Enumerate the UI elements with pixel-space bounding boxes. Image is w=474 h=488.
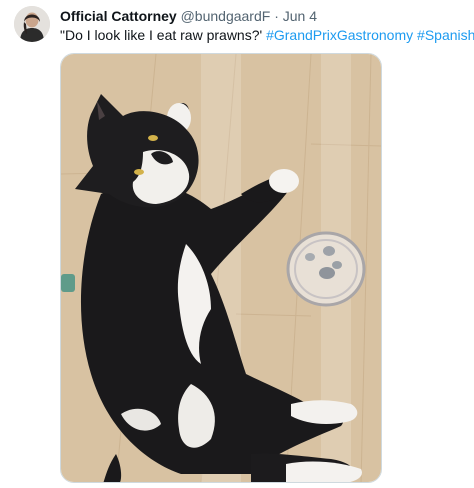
avatar-image	[14, 6, 50, 42]
tweet-media-photo[interactable]	[60, 53, 382, 483]
tweet-quote: "Do I look like I eat raw prawns?'	[60, 27, 263, 43]
tweet: Official Cattorney @bundgaardF · Jun 4 "…	[0, 0, 474, 488]
dish-with-prawns	[286, 231, 366, 307]
tweet-date[interactable]: Jun 4	[283, 8, 317, 24]
green-object	[61, 274, 75, 292]
separator: ·	[274, 8, 279, 24]
tweet-header: Official Cattorney @bundgaardF · Jun 4	[60, 8, 466, 25]
hashtag-spanishgp[interactable]: #SpanishGP	[417, 27, 474, 43]
cat-photo	[61, 54, 381, 482]
hashtag-grandprixgastronomy[interactable]: #GrandPrixGastronomy	[266, 27, 413, 43]
display-name[interactable]: Official Cattorney	[60, 8, 177, 24]
avatar[interactable]	[14, 6, 50, 42]
tweet-text: "Do I look like I eat raw prawns?' #Gran…	[60, 27, 474, 44]
handle[interactable]: @bundgaardF	[181, 8, 271, 24]
